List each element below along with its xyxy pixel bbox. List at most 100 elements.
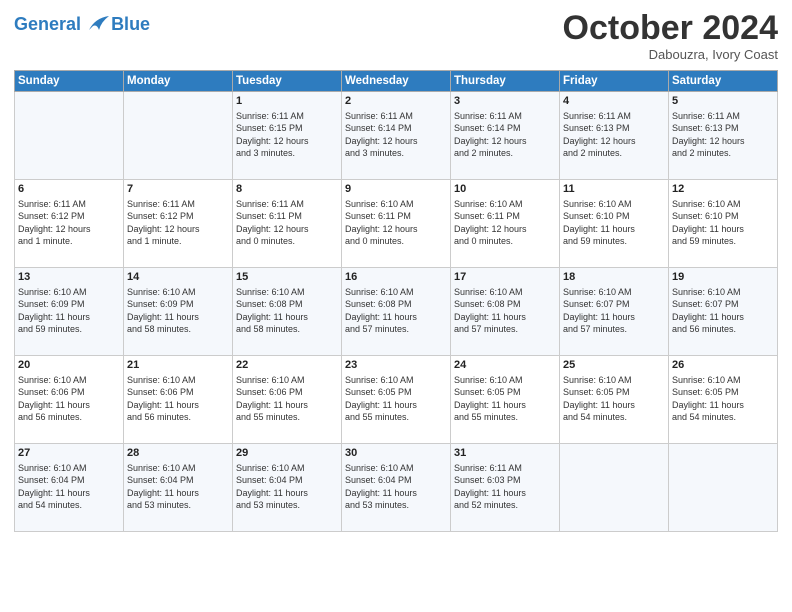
day-content: Sunrise: 6:10 AMSunset: 6:11 PMDaylight:…	[454, 198, 556, 247]
day-content: Sunrise: 6:10 AMSunset: 6:04 PMDaylight:…	[236, 462, 338, 511]
calendar-week-row: 27Sunrise: 6:10 AMSunset: 6:04 PMDayligh…	[15, 444, 778, 532]
calendar-cell: 2Sunrise: 6:11 AMSunset: 6:14 PMDaylight…	[342, 92, 451, 180]
calendar-cell: 20Sunrise: 6:10 AMSunset: 6:06 PMDayligh…	[15, 356, 124, 444]
day-number: 19	[672, 270, 774, 285]
calendar-cell: 31Sunrise: 6:11 AMSunset: 6:03 PMDayligh…	[451, 444, 560, 532]
day-content: Sunrise: 6:10 AMSunset: 6:08 PMDaylight:…	[236, 286, 338, 335]
logo-text: General	[14, 15, 109, 35]
day-content: Sunrise: 6:10 AMSunset: 6:10 PMDaylight:…	[672, 198, 774, 247]
day-content: Sunrise: 6:11 AMSunset: 6:03 PMDaylight:…	[454, 462, 556, 511]
day-number: 7	[127, 182, 229, 197]
logo-general: General	[14, 14, 81, 34]
calendar-cell: 4Sunrise: 6:11 AMSunset: 6:13 PMDaylight…	[560, 92, 669, 180]
month-title: October 2024	[563, 10, 778, 47]
day-number: 23	[345, 358, 447, 373]
calendar-cell: 11Sunrise: 6:10 AMSunset: 6:10 PMDayligh…	[560, 180, 669, 268]
day-content: Sunrise: 6:10 AMSunset: 6:08 PMDaylight:…	[454, 286, 556, 335]
weekday-header: Wednesday	[342, 71, 451, 92]
day-number: 22	[236, 358, 338, 373]
day-content: Sunrise: 6:10 AMSunset: 6:06 PMDaylight:…	[127, 374, 229, 423]
calendar-week-row: 6Sunrise: 6:11 AMSunset: 6:12 PMDaylight…	[15, 180, 778, 268]
calendar-cell: 24Sunrise: 6:10 AMSunset: 6:05 PMDayligh…	[451, 356, 560, 444]
day-number: 16	[345, 270, 447, 285]
day-content: Sunrise: 6:11 AMSunset: 6:11 PMDaylight:…	[236, 198, 338, 247]
calendar-cell: 22Sunrise: 6:10 AMSunset: 6:06 PMDayligh…	[233, 356, 342, 444]
day-content: Sunrise: 6:10 AMSunset: 6:04 PMDaylight:…	[127, 462, 229, 511]
calendar-cell: 1Sunrise: 6:11 AMSunset: 6:15 PMDaylight…	[233, 92, 342, 180]
weekday-header: Sunday	[15, 71, 124, 92]
day-content: Sunrise: 6:11 AMSunset: 6:14 PMDaylight:…	[345, 110, 447, 159]
day-number: 6	[18, 182, 120, 197]
day-number: 2	[345, 94, 447, 109]
day-content: Sunrise: 6:10 AMSunset: 6:04 PMDaylight:…	[18, 462, 120, 511]
calendar-cell	[124, 92, 233, 180]
day-number: 24	[454, 358, 556, 373]
logo-blue: Blue	[111, 14, 150, 35]
day-number: 10	[454, 182, 556, 197]
weekday-header: Thursday	[451, 71, 560, 92]
calendar-cell: 3Sunrise: 6:11 AMSunset: 6:14 PMDaylight…	[451, 92, 560, 180]
calendar-week-row: 13Sunrise: 6:10 AMSunset: 6:09 PMDayligh…	[15, 268, 778, 356]
calendar-cell: 28Sunrise: 6:10 AMSunset: 6:04 PMDayligh…	[124, 444, 233, 532]
calendar-week-row: 20Sunrise: 6:10 AMSunset: 6:06 PMDayligh…	[15, 356, 778, 444]
day-number: 13	[18, 270, 120, 285]
calendar-cell	[669, 444, 778, 532]
location-subtitle: Dabouzra, Ivory Coast	[563, 47, 778, 62]
calendar-cell: 6Sunrise: 6:11 AMSunset: 6:12 PMDaylight…	[15, 180, 124, 268]
calendar-cell: 9Sunrise: 6:10 AMSunset: 6:11 PMDaylight…	[342, 180, 451, 268]
day-content: Sunrise: 6:11 AMSunset: 6:15 PMDaylight:…	[236, 110, 338, 159]
header: General Blue October 2024 Dabouzra, Ivor…	[14, 10, 778, 62]
day-number: 21	[127, 358, 229, 373]
day-content: Sunrise: 6:11 AMSunset: 6:12 PMDaylight:…	[127, 198, 229, 247]
day-content: Sunrise: 6:10 AMSunset: 6:05 PMDaylight:…	[672, 374, 774, 423]
weekday-header: Saturday	[669, 71, 778, 92]
day-content: Sunrise: 6:10 AMSunset: 6:07 PMDaylight:…	[563, 286, 665, 335]
calendar-cell: 8Sunrise: 6:11 AMSunset: 6:11 PMDaylight…	[233, 180, 342, 268]
day-content: Sunrise: 6:10 AMSunset: 6:09 PMDaylight:…	[18, 286, 120, 335]
weekday-header: Tuesday	[233, 71, 342, 92]
day-number: 9	[345, 182, 447, 197]
day-number: 1	[236, 94, 338, 109]
calendar-cell: 17Sunrise: 6:10 AMSunset: 6:08 PMDayligh…	[451, 268, 560, 356]
calendar-table: SundayMondayTuesdayWednesdayThursdayFrid…	[14, 70, 778, 532]
calendar-cell: 25Sunrise: 6:10 AMSunset: 6:05 PMDayligh…	[560, 356, 669, 444]
day-content: Sunrise: 6:10 AMSunset: 6:05 PMDaylight:…	[563, 374, 665, 423]
weekday-header: Monday	[124, 71, 233, 92]
calendar-cell: 26Sunrise: 6:10 AMSunset: 6:05 PMDayligh…	[669, 356, 778, 444]
day-number: 30	[345, 446, 447, 461]
calendar-week-row: 1Sunrise: 6:11 AMSunset: 6:15 PMDaylight…	[15, 92, 778, 180]
day-content: Sunrise: 6:10 AMSunset: 6:05 PMDaylight:…	[345, 374, 447, 423]
calendar-cell: 23Sunrise: 6:10 AMSunset: 6:05 PMDayligh…	[342, 356, 451, 444]
day-number: 17	[454, 270, 556, 285]
day-number: 14	[127, 270, 229, 285]
calendar-header-row: SundayMondayTuesdayWednesdayThursdayFrid…	[15, 71, 778, 92]
day-number: 11	[563, 182, 665, 197]
day-content: Sunrise: 6:10 AMSunset: 6:11 PMDaylight:…	[345, 198, 447, 247]
day-content: Sunrise: 6:11 AMSunset: 6:13 PMDaylight:…	[563, 110, 665, 159]
calendar-cell: 13Sunrise: 6:10 AMSunset: 6:09 PMDayligh…	[15, 268, 124, 356]
day-content: Sunrise: 6:10 AMSunset: 6:07 PMDaylight:…	[672, 286, 774, 335]
calendar-cell: 7Sunrise: 6:11 AMSunset: 6:12 PMDaylight…	[124, 180, 233, 268]
day-content: Sunrise: 6:10 AMSunset: 6:10 PMDaylight:…	[563, 198, 665, 247]
day-number: 8	[236, 182, 338, 197]
day-content: Sunrise: 6:11 AMSunset: 6:13 PMDaylight:…	[672, 110, 774, 159]
calendar-cell: 18Sunrise: 6:10 AMSunset: 6:07 PMDayligh…	[560, 268, 669, 356]
day-content: Sunrise: 6:10 AMSunset: 6:04 PMDaylight:…	[345, 462, 447, 511]
day-number: 3	[454, 94, 556, 109]
calendar-cell: 27Sunrise: 6:10 AMSunset: 6:04 PMDayligh…	[15, 444, 124, 532]
day-number: 5	[672, 94, 774, 109]
day-number: 4	[563, 94, 665, 109]
day-number: 25	[563, 358, 665, 373]
title-block: October 2024 Dabouzra, Ivory Coast	[563, 10, 778, 62]
calendar-cell: 15Sunrise: 6:10 AMSunset: 6:08 PMDayligh…	[233, 268, 342, 356]
day-content: Sunrise: 6:10 AMSunset: 6:08 PMDaylight:…	[345, 286, 447, 335]
logo-bird-icon	[87, 16, 109, 34]
day-number: 27	[18, 446, 120, 461]
page: General Blue October 2024 Dabouzra, Ivor…	[0, 0, 792, 612]
day-content: Sunrise: 6:11 AMSunset: 6:12 PMDaylight:…	[18, 198, 120, 247]
calendar-cell: 12Sunrise: 6:10 AMSunset: 6:10 PMDayligh…	[669, 180, 778, 268]
day-content: Sunrise: 6:10 AMSunset: 6:09 PMDaylight:…	[127, 286, 229, 335]
calendar-cell: 10Sunrise: 6:10 AMSunset: 6:11 PMDayligh…	[451, 180, 560, 268]
calendar-cell: 16Sunrise: 6:10 AMSunset: 6:08 PMDayligh…	[342, 268, 451, 356]
calendar-cell: 30Sunrise: 6:10 AMSunset: 6:04 PMDayligh…	[342, 444, 451, 532]
